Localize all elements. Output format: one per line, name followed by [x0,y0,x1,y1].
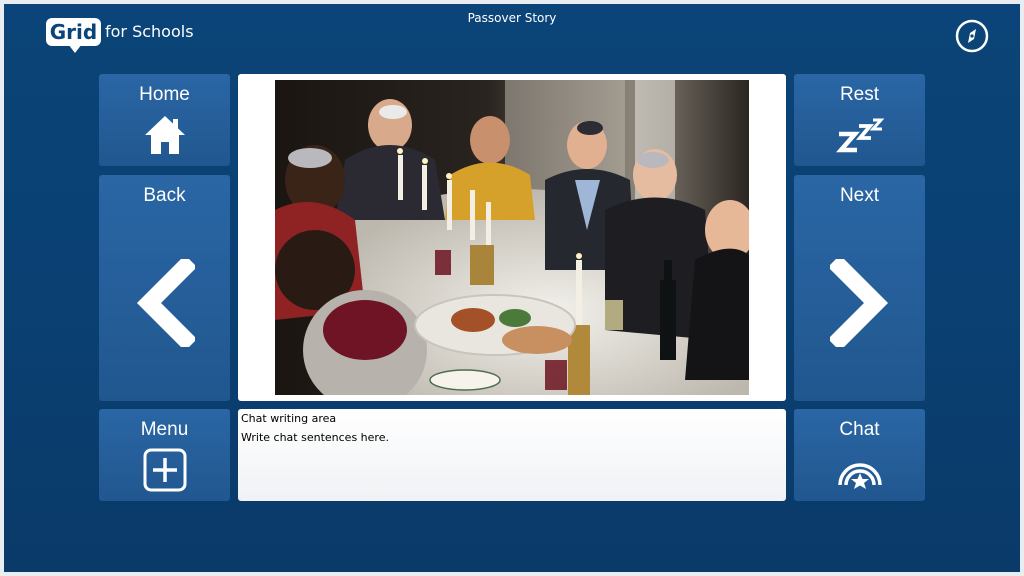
plus-square-icon [143,448,186,492]
back-button[interactable]: Back [99,175,230,401]
logo-subtext: for Schools [105,22,194,41]
chevron-left-icon [136,259,195,347]
next-label: Next [839,185,880,206]
chat-writing-area[interactable]: Chat writing area Write chat sentences h… [238,409,786,501]
seder-photo [275,80,749,395]
chevron-right-icon [829,259,888,347]
photo-panel [238,74,786,401]
rest-label: Rest [839,84,880,105]
app-window: Passover Story Grid for Schools Home Bac… [4,4,1020,572]
logo-badge: Grid [46,18,101,46]
zzz-icon [835,118,884,153]
chat-area-title: Chat writing area [241,412,337,425]
home-icon [144,116,185,154]
menu-button[interactable]: Menu [99,409,230,501]
chat-label: Chat [839,419,880,440]
compass-icon[interactable] [955,19,989,53]
back-label: Back [143,185,186,206]
home-label: Home [139,84,190,105]
chat-area-placeholder: Write chat sentences here. [241,431,389,444]
chat-rainbow-icon [837,463,882,489]
menu-label: Menu [140,419,189,440]
chat-button[interactable]: Chat [794,409,925,501]
home-button[interactable]: Home [99,74,230,166]
logo-badge-tail [68,44,82,53]
next-button[interactable]: Next [794,175,925,401]
rest-button[interactable]: Rest [794,74,925,166]
